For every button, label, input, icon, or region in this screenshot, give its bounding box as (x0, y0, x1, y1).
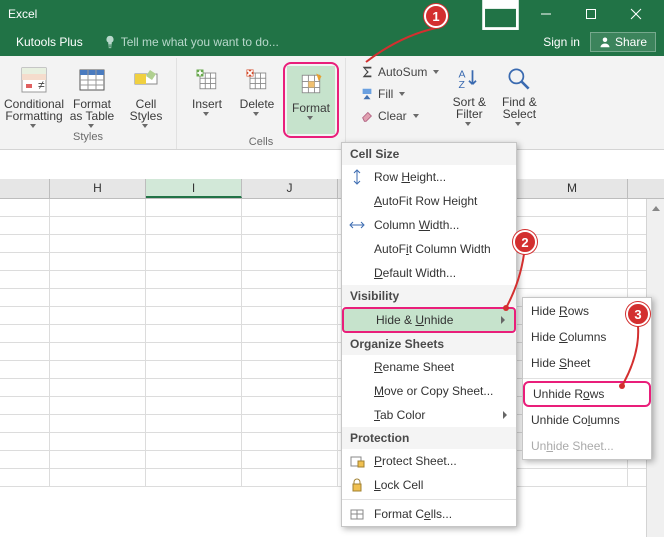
column-header-H[interactable]: H (50, 179, 146, 198)
menu-row-height[interactable]: Row Height... (342, 165, 516, 189)
svg-text:Z: Z (459, 79, 466, 91)
menu-autofit-row-height[interactable]: AutoFit Row Height (342, 189, 516, 213)
group-label-styles: Styles (6, 131, 170, 145)
callout-3: 3 (626, 302, 650, 326)
maximize-button[interactable] (568, 0, 613, 28)
menu-hide-unhide[interactable]: Hide & Unhide (342, 307, 516, 333)
menu-header-protection: Protection (342, 427, 516, 449)
format-button-highlight: Format (283, 62, 339, 138)
format-as-table-icon (76, 64, 108, 96)
close-button[interactable] (613, 0, 658, 28)
conditional-formatting-icon: ≠ (18, 64, 50, 96)
clear-button[interactable]: Clear (356, 106, 443, 126)
menu-header-visibility: Visibility (342, 285, 516, 307)
format-button[interactable]: Format (287, 66, 335, 134)
submenu-hide-columns[interactable]: Hide Columns (523, 324, 651, 350)
ribbon-display-options-icon[interactable] (478, 0, 523, 37)
scroll-up-icon[interactable] (647, 199, 664, 217)
callout-2: 2 (513, 230, 537, 254)
lock-icon (348, 477, 366, 493)
titlebar: Excel (0, 0, 664, 28)
submenu-unhide-rows[interactable]: Unhide Rows (523, 381, 651, 407)
find-icon (503, 64, 535, 94)
format-cells-icon (295, 68, 327, 100)
share-label: Share (615, 35, 647, 49)
column-header-I[interactable]: I (146, 179, 242, 198)
menu-column-width[interactable]: Column Width... (342, 213, 516, 237)
submenu-arrow-icon (500, 411, 510, 419)
format-menu: Cell Size Row Height... AutoFit Row Heig… (341, 142, 517, 527)
sort-filter-button[interactable]: AZ Sort & Filter (445, 62, 493, 130)
protect-sheet-icon (348, 453, 366, 469)
menu-lock-cell[interactable]: Lock Cell (342, 473, 516, 497)
signin-link[interactable]: Sign in (543, 35, 580, 49)
delete-cells-icon (241, 64, 273, 96)
cell-styles-icon (130, 64, 162, 96)
menu-tab-color[interactable]: Tab Color (342, 403, 516, 427)
tell-me-search[interactable]: Tell me what you want to do... (103, 35, 279, 49)
menu-default-width[interactable]: Default Width... (342, 261, 516, 285)
ribbon-group-styles: ≠ Conditional Formatting Format as Table… (0, 58, 177, 149)
format-cells-menu-icon (348, 506, 366, 522)
menu-protect-sheet[interactable]: Protect Sheet... (342, 449, 516, 473)
insert-button[interactable]: Insert (183, 62, 231, 130)
delete-button[interactable]: Delete (233, 62, 281, 130)
column-header-J[interactable]: J (242, 179, 338, 198)
app-title: Excel (8, 7, 37, 21)
svg-text:≠: ≠ (38, 78, 45, 92)
tab-bar: Kutools Plus Tell me what you want to do… (0, 28, 664, 56)
tab-kutools-plus[interactable]: Kutools Plus (8, 28, 91, 56)
callout-1: 1 (424, 4, 448, 28)
minimize-button[interactable] (523, 0, 568, 28)
ribbon-group-editing: AutoSum Fill Clear AZ Sort & Filter (346, 58, 549, 149)
submenu-arrow-icon (498, 316, 508, 324)
lightbulb-icon (103, 35, 117, 49)
eraser-icon (360, 109, 374, 123)
menu-autofit-column-width[interactable]: AutoFit Column Width (342, 237, 516, 261)
ribbon: ≠ Conditional Formatting Format as Table… (0, 56, 664, 150)
find-select-button[interactable]: Find & Select (495, 62, 543, 130)
submenu-unhide-columns[interactable]: Unhide Columns (523, 407, 651, 433)
sort-filter-icon: AZ (453, 64, 485, 94)
conditional-formatting-button[interactable]: ≠ Conditional Formatting (6, 62, 62, 130)
menu-rename-sheet[interactable]: Rename Sheet (342, 355, 516, 379)
autosum-button[interactable]: AutoSum (356, 62, 443, 82)
format-as-table-button[interactable]: Format as Table (64, 62, 120, 130)
insert-cells-icon (191, 64, 223, 96)
menu-header-organize-sheets: Organize Sheets (342, 333, 516, 355)
ribbon-group-cells: Insert Delete Format Cells (177, 58, 346, 149)
row-height-icon (348, 169, 366, 185)
submenu-hide-sheet[interactable]: Hide Sheet (523, 350, 651, 376)
column-headers: H I J M (0, 179, 664, 199)
column-header-partial[interactable] (0, 179, 50, 198)
sigma-icon (360, 65, 374, 79)
share-button[interactable]: Share (590, 32, 656, 52)
fill-down-icon (360, 87, 374, 101)
person-icon (599, 36, 611, 48)
menu-move-copy-sheet[interactable]: Move or Copy Sheet... (342, 379, 516, 403)
column-width-icon (348, 217, 366, 233)
menu-header-cell-size: Cell Size (342, 143, 516, 165)
menu-format-cells[interactable]: Format Cells... (342, 502, 516, 526)
cell-styles-button[interactable]: Cell Styles (122, 62, 170, 130)
submenu-unhide-sheet: Unhide Sheet... (523, 433, 651, 459)
group-label-cells: Cells (183, 136, 339, 150)
fill-button[interactable]: Fill (356, 84, 443, 104)
tell-me-placeholder: Tell me what you want to do... (121, 35, 279, 49)
